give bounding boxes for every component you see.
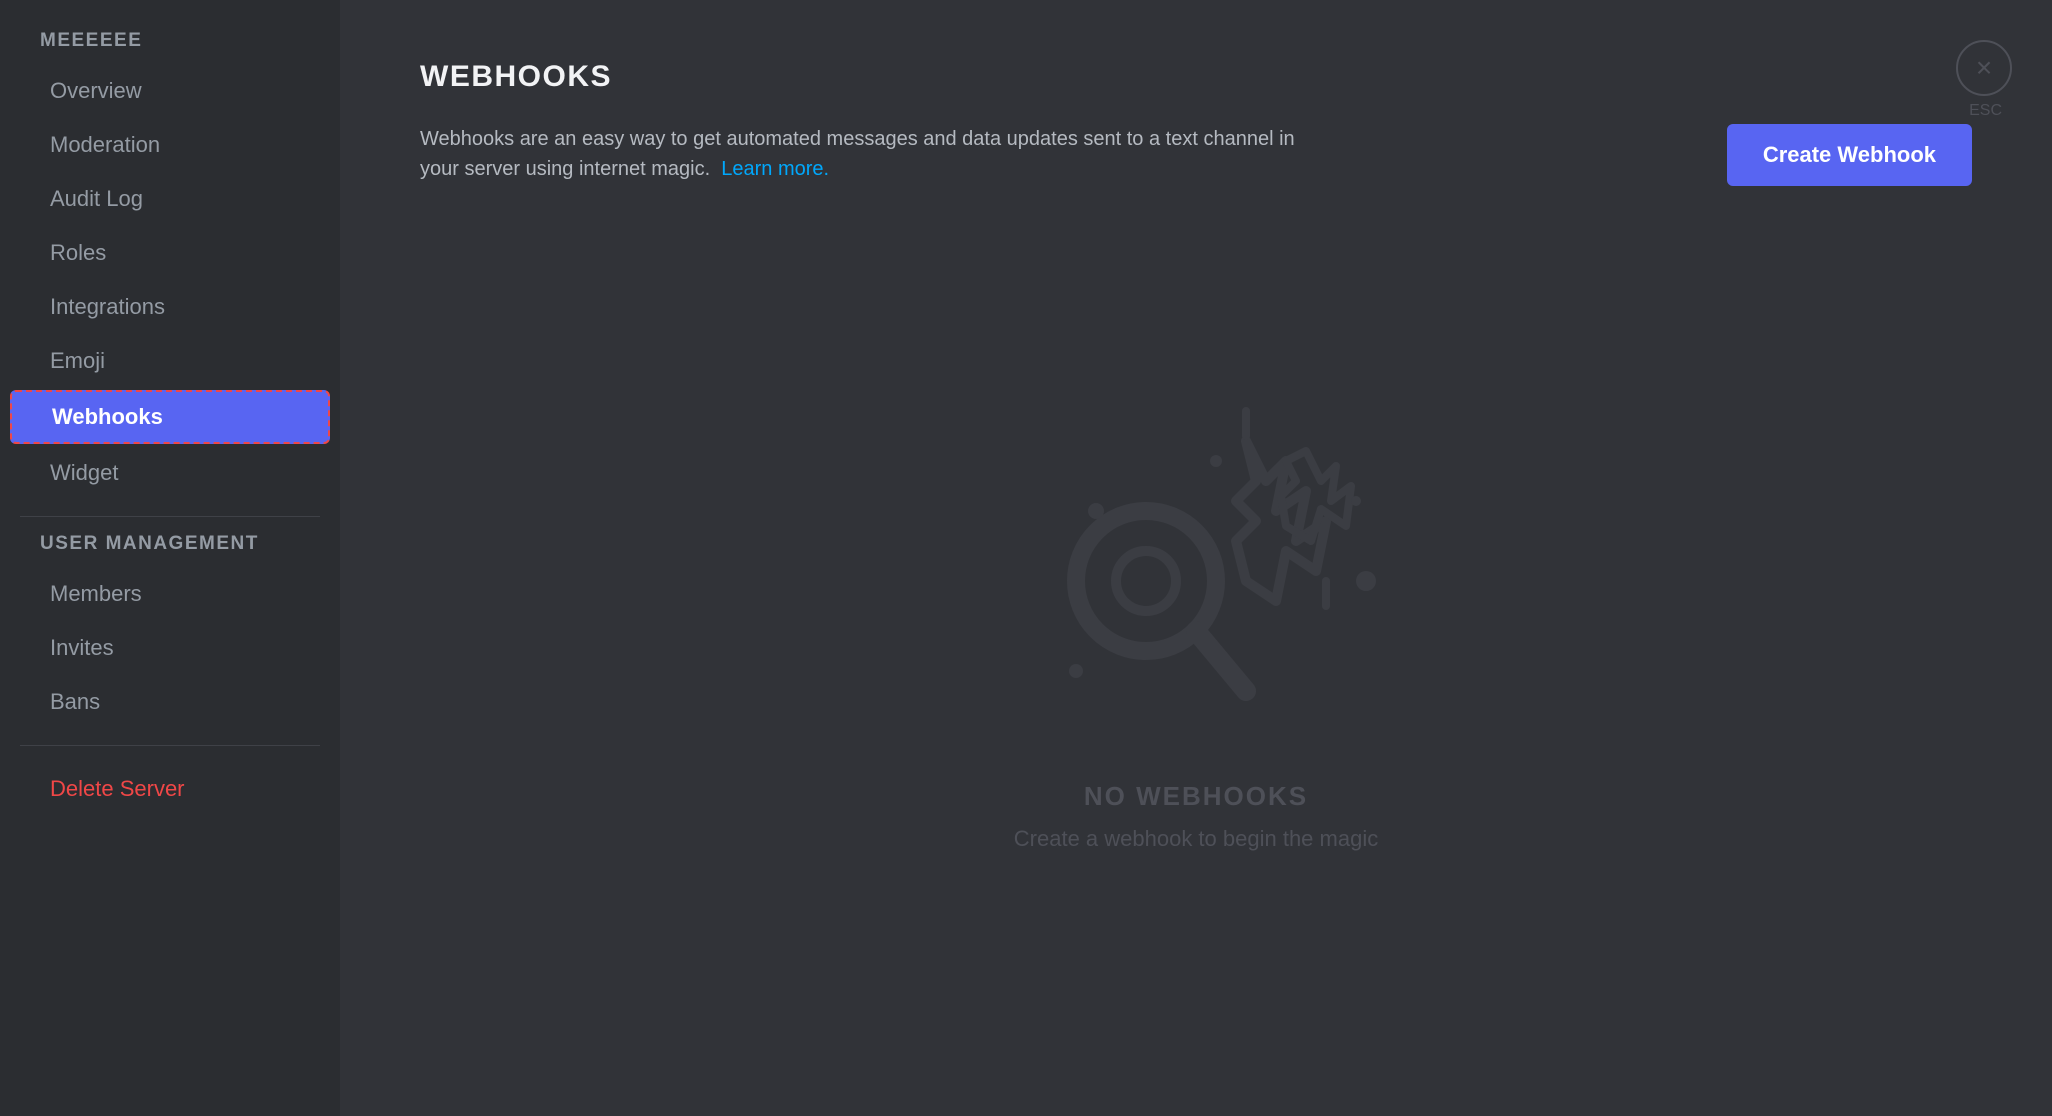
sidebar-item-integrations[interactable]: Integrations: [10, 282, 330, 332]
sidebar-item-emoji[interactable]: Emoji: [10, 336, 330, 386]
sidebar-item-members[interactable]: Members: [10, 569, 330, 619]
sidebar-item-moderation[interactable]: Moderation: [10, 120, 330, 170]
sidebar-section-user-management: USER MANAGEMENT: [0, 533, 340, 567]
main-content: × ESC WEBHOOKS Webhooks are an easy way …: [340, 0, 2052, 1116]
no-webhooks-illustration: [1016, 381, 1376, 741]
sidebar-item-delete-server[interactable]: Delete Server: [10, 764, 330, 814]
sidebar-item-invites[interactable]: Invites: [10, 623, 330, 673]
sidebar-item-audit-log[interactable]: Audit Log: [10, 174, 330, 224]
description-row: Webhooks are an easy way to get automate…: [420, 124, 1972, 186]
sidebar-divider-2: [20, 745, 320, 746]
sidebar-item-webhooks[interactable]: Webhooks: [10, 390, 330, 444]
description-body: Webhooks are an easy way to get automate…: [420, 128, 1295, 180]
empty-title: NO WEBHOOKS: [1084, 781, 1308, 812]
empty-subtitle: Create a webhook to begin the magic: [1014, 826, 1378, 852]
sidebar-item-overview[interactable]: Overview: [10, 66, 330, 116]
learn-more-link[interactable]: Learn more.: [721, 158, 829, 180]
create-webhook-button[interactable]: Create Webhook: [1727, 124, 1972, 186]
sidebar-section-me: MEEEEEE: [0, 30, 340, 64]
empty-state: NO WEBHOOKS Create a webhook to begin th…: [420, 236, 1972, 1056]
sidebar: MEEEEEE Overview Moderation Audit Log Ro…: [0, 0, 340, 1116]
close-button[interactable]: ×: [1956, 40, 2012, 96]
sidebar-divider-1: [20, 516, 320, 517]
description-text: Webhooks are an easy way to get automate…: [420, 124, 1320, 184]
page-title: WEBHOOKS: [420, 60, 1972, 94]
sidebar-item-widget[interactable]: Widget: [10, 448, 330, 498]
sidebar-item-roles[interactable]: Roles: [10, 228, 330, 278]
esc-label: ESC: [1969, 102, 2002, 120]
sidebar-item-bans[interactable]: Bans: [10, 677, 330, 727]
